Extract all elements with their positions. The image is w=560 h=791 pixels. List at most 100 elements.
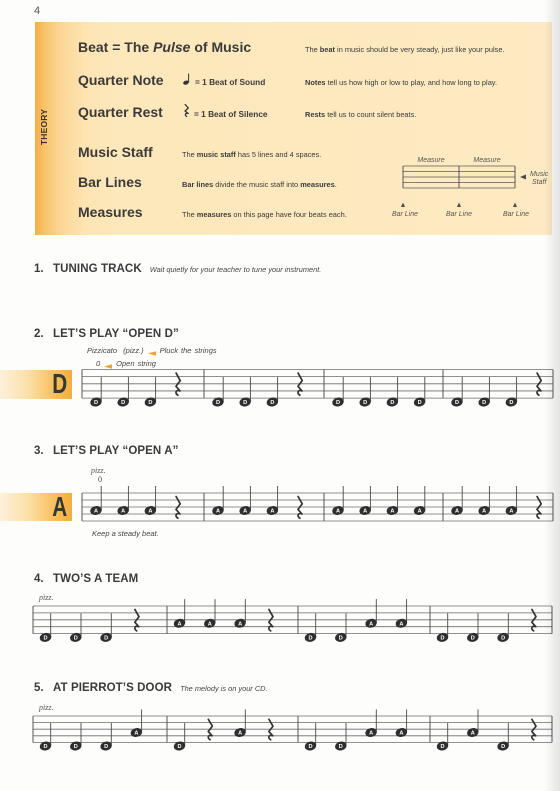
page-number: 4 bbox=[34, 5, 41, 17]
note-head bbox=[478, 506, 490, 515]
note-letter: A bbox=[238, 731, 242, 737]
note-head bbox=[266, 506, 279, 515]
note-a: A bbox=[413, 486, 426, 515]
term-music-staff: Music Staff bbox=[78, 143, 182, 161]
text-segment: The bbox=[182, 150, 197, 160]
bold-keyword: music staff bbox=[196, 150, 236, 160]
exercise-1-heading: 1. TUNING TRACK Wait quietly for your te… bbox=[34, 263, 321, 275]
note-letter: A bbox=[369, 731, 373, 737]
direction-term: Pizzicato (pizz.) bbox=[87, 346, 144, 355]
note-letter: D bbox=[509, 400, 513, 406]
note-d: D bbox=[505, 377, 518, 407]
quarter-rest-symbol: = 1 Beat of Silence bbox=[183, 104, 305, 119]
text-segment: tell us how high or low to play, and how… bbox=[325, 77, 497, 87]
note-letter: A bbox=[270, 509, 274, 515]
exercise-footnote: Keep a steady beat. bbox=[92, 529, 159, 538]
quarter-rest bbox=[175, 372, 182, 397]
note-a: A bbox=[505, 486, 518, 515]
quarter-rest bbox=[207, 718, 214, 741]
text-segment: The bbox=[182, 209, 197, 219]
definition-measures: The measures on this page have four beat… bbox=[182, 209, 347, 220]
definition-bar-lines: Bar lines divide the music staff into me… bbox=[182, 179, 337, 190]
note-a: A bbox=[117, 486, 129, 515]
note-head bbox=[413, 506, 426, 515]
note-d: D bbox=[304, 722, 317, 751]
quarter-rest-icon bbox=[183, 104, 190, 119]
measure: AAA bbox=[90, 486, 182, 520]
note-head bbox=[395, 728, 408, 737]
note-head bbox=[467, 632, 479, 642]
text-segment: of Music bbox=[190, 38, 252, 55]
note-head bbox=[212, 506, 224, 515]
quarter-rest bbox=[297, 495, 304, 520]
quarter-note-symbol: = 1 Beat of Sound bbox=[183, 73, 305, 87]
note-head bbox=[332, 506, 344, 515]
quarter-rest bbox=[175, 495, 182, 520]
bold-keyword: Notes bbox=[305, 77, 326, 87]
quarter-rest bbox=[536, 495, 543, 520]
note-a: A bbox=[234, 599, 246, 628]
note-d: D bbox=[304, 613, 317, 642]
note-a: A bbox=[395, 709, 408, 737]
bold-keyword: measures bbox=[300, 180, 335, 190]
text-segment: Bar Lines bbox=[78, 174, 142, 191]
note-letter: D bbox=[339, 635, 343, 641]
note-head bbox=[386, 397, 399, 407]
bold-keyword: Rests bbox=[305, 110, 326, 120]
measure: DA bbox=[173, 709, 274, 751]
note-a: A bbox=[212, 486, 224, 515]
note-letter: D bbox=[471, 635, 475, 641]
note-letter: D bbox=[501, 635, 505, 641]
exercise-number: 2. bbox=[34, 328, 44, 340]
note-letter: D bbox=[339, 744, 343, 750]
staff-system-5: D D DADAD DA ADAD bbox=[32, 709, 553, 751]
quarter-rest bbox=[133, 608, 140, 632]
text-segment: . bbox=[334, 180, 337, 190]
term-beat: Beat = The Pulse of Music bbox=[78, 38, 305, 56]
note-letter: D bbox=[270, 400, 274, 406]
quarter-rest bbox=[267, 718, 274, 741]
note-head bbox=[234, 618, 246, 628]
exercise-2-heading: 2. LET’S PLAY “OPEN D” bbox=[34, 328, 179, 340]
arrow-left-icon bbox=[147, 349, 156, 356]
exercise-subtitle: Wait quietly for your teacher to tune yo… bbox=[149, 265, 322, 274]
note-d: D bbox=[497, 613, 509, 642]
note-letter: A bbox=[509, 509, 513, 515]
note-letter: D bbox=[74, 744, 78, 750]
note-letter: A bbox=[363, 509, 367, 515]
note-head bbox=[304, 632, 317, 642]
note-letter: A bbox=[390, 509, 394, 515]
note-letter: A bbox=[177, 621, 181, 627]
note-letter: D bbox=[243, 400, 247, 406]
note-head bbox=[451, 506, 463, 515]
quarter-note-icon bbox=[183, 73, 191, 87]
arrow-up-icon bbox=[457, 202, 461, 207]
note-head bbox=[70, 741, 82, 751]
note-letter: D bbox=[440, 744, 444, 750]
note-letter: D bbox=[363, 400, 367, 406]
note-letter: D bbox=[104, 744, 108, 750]
quarter-rest bbox=[530, 608, 537, 632]
note-letter: A bbox=[121, 509, 125, 515]
string-letter: A bbox=[52, 491, 67, 522]
note-d: D bbox=[70, 722, 82, 751]
note-head bbox=[386, 506, 399, 515]
text-segment: tell us to count silent beats. bbox=[325, 110, 417, 120]
note-head bbox=[365, 728, 377, 737]
direction-open-string: 0 Open string bbox=[96, 359, 156, 369]
note-letter: A bbox=[418, 509, 422, 515]
text-segment: Measures bbox=[78, 203, 143, 220]
note-a: A bbox=[173, 599, 186, 628]
note-head bbox=[505, 397, 518, 407]
measure: AAA bbox=[212, 486, 304, 520]
note-head bbox=[497, 741, 509, 751]
note-head bbox=[144, 506, 157, 515]
bold-keyword: beat bbox=[319, 44, 335, 54]
note-a: A bbox=[234, 709, 246, 737]
note-head bbox=[90, 397, 102, 407]
note-letter: D bbox=[94, 400, 98, 406]
note-letter: D bbox=[74, 635, 78, 641]
note-d: D bbox=[451, 377, 463, 407]
note-head bbox=[413, 397, 426, 407]
note-letter: A bbox=[94, 509, 98, 515]
